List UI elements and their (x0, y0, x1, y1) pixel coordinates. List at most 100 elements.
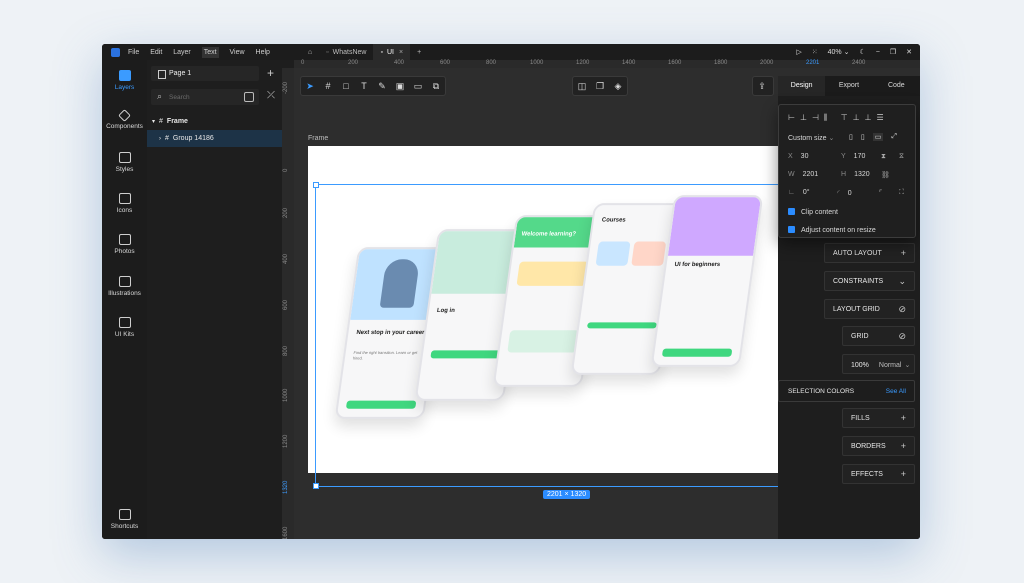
align-top-icon[interactable]: ⊤ (841, 113, 848, 123)
pen-tool-icon[interactable]: ✎ (373, 76, 391, 96)
layout-grid-section[interactable]: LAYOUT GRID ⊘ (824, 299, 915, 319)
grid-apps-icon[interactable]: ⁙ (812, 48, 818, 56)
rail-icons[interactable]: Icons (102, 193, 147, 214)
h-value[interactable]: 1320 (854, 171, 870, 178)
rail-components[interactable]: Components (102, 109, 147, 130)
landscape-icon[interactable]: ▭ (872, 133, 884, 141)
borders-section[interactable]: BORDERS + (842, 436, 915, 456)
close-tab-icon[interactable]: × (399, 49, 403, 56)
comment-tool-icon[interactable]: ⧉ (427, 76, 445, 96)
radius-field[interactable]: ◜ 0 (837, 189, 852, 197)
blend-mode-select[interactable]: Normal (879, 362, 902, 369)
rail-styles[interactable]: Styles (102, 152, 147, 173)
component-icon[interactable]: ◈ (609, 76, 627, 96)
rail-photos[interactable]: Photos (102, 234, 147, 255)
align-bottom-icon[interactable]: ⊥ (865, 113, 872, 123)
align-center-h-icon[interactable]: ⊥ (800, 113, 807, 123)
selection-box[interactable] (313, 182, 823, 489)
constraints-section[interactable]: CONSTRAINTS ⌄ (824, 271, 915, 291)
expand-arrow-icon[interactable]: › (159, 136, 161, 142)
expand-arrow-icon[interactable]: ▾ (152, 118, 155, 125)
menu-file[interactable]: File (128, 49, 139, 56)
minimize-icon[interactable]: − (876, 49, 880, 56)
tab-whatsnew[interactable]: ▫ WhatsNew (319, 44, 373, 60)
corner-icon[interactable]: ⌜ (879, 189, 882, 197)
mask-icon[interactable]: ◫ (573, 76, 591, 96)
rail-shortcuts[interactable]: Shortcuts (102, 509, 147, 530)
fills-section[interactable]: FILLS + (842, 408, 915, 428)
home-icon[interactable]: ⌂ (301, 44, 319, 60)
rectangle-tool-icon[interactable]: □ (337, 76, 355, 96)
add-icon[interactable]: + (901, 441, 906, 451)
auto-layout-section[interactable]: AUTO LAYOUT + (824, 243, 915, 263)
layer-group[interactable]: › # Group 14186 (147, 130, 282, 147)
y-value[interactable]: 170 (854, 153, 866, 160)
resize-handle[interactable] (313, 483, 319, 489)
opacity-value[interactable]: 100% (851, 362, 869, 369)
app-logo-icon[interactable] (111, 47, 120, 57)
close-window-icon[interactable]: ✕ (906, 48, 912, 56)
height-field[interactable]: H 1320 (841, 171, 870, 178)
eye-off-icon[interactable]: ⊘ (898, 331, 906, 342)
zoom-select[interactable]: 40% ⌄ (828, 48, 850, 56)
device-icon[interactable]: ▯ (849, 133, 853, 141)
page-selector[interactable]: Page 1 (151, 66, 259, 81)
add-icon[interactable]: + (901, 413, 906, 423)
size-preset-select[interactable]: Custom size ⌄ (788, 134, 834, 142)
fit-icon[interactable]: ⤢ (891, 133, 897, 141)
move-tool-icon[interactable]: ➤ (301, 76, 319, 96)
text-tool-icon[interactable]: T (355, 76, 373, 96)
distribute-h-icon[interactable]: ⫼ (824, 113, 828, 123)
eye-off-icon[interactable]: ⊘ (898, 304, 906, 315)
tab-ui[interactable]: ▫ UI × (373, 44, 411, 60)
add-page-icon[interactable]: + (267, 66, 274, 80)
align-left-icon[interactable]: ⊢ (788, 113, 795, 123)
x-value[interactable]: 30 (801, 153, 809, 160)
search-input[interactable]: Search (151, 89, 259, 105)
independent-corners-icon[interactable]: ⛶ (899, 189, 904, 197)
tab-code[interactable]: Code (873, 76, 920, 96)
w-value[interactable]: 2201 (803, 171, 819, 178)
add-icon[interactable]: + (901, 469, 906, 479)
rotation-field[interactable]: ∟ 0° (788, 189, 810, 196)
add-icon[interactable]: + (901, 248, 906, 258)
width-field[interactable]: W 2201 (788, 171, 818, 178)
upload-icon[interactable]: ⇪ (753, 76, 771, 96)
tab-export[interactable]: Export (825, 76, 872, 96)
menu-text[interactable]: Text (201, 46, 219, 58)
ai-search-icon[interactable] (244, 92, 254, 102)
portrait-icon[interactable]: ▯ (861, 133, 865, 141)
image-tool-icon[interactable]: ▣ (391, 76, 409, 96)
copy-icon[interactable]: ❐ (591, 76, 609, 96)
new-tab-button[interactable]: + (410, 44, 428, 60)
distribute-v-icon[interactable]: ☰ (877, 113, 884, 123)
align-center-v-icon[interactable]: ⊥ (853, 113, 860, 123)
menu-view[interactable]: View (230, 49, 245, 56)
selection-colors-section[interactable]: SELECTION COLORS See All (778, 380, 915, 402)
rail-illustrations[interactable]: Illustrations (102, 276, 147, 297)
maximize-icon[interactable]: ❐ (890, 48, 896, 56)
rail-layers[interactable]: Layers (102, 70, 147, 91)
lock-ratio-icon[interactable]: ⛓ (881, 171, 890, 179)
rotation-value[interactable]: 0° (803, 189, 810, 196)
resize-handle[interactable] (313, 182, 319, 188)
menu-edit[interactable]: Edit (150, 49, 162, 56)
align-right-icon[interactable]: ⊣ (812, 113, 819, 123)
play-icon[interactable]: ▷ (796, 48, 801, 56)
tab-design[interactable]: Design (778, 76, 826, 96)
x-field[interactable]: X 30 (788, 153, 808, 160)
frame-tool-icon[interactable]: # (319, 76, 337, 96)
grid-row[interactable]: GRID ⊘ (842, 326, 915, 346)
adjust-content-checkbox[interactable]: Adjust content on resize (788, 226, 876, 234)
menu-layer[interactable]: Layer (173, 49, 191, 56)
effects-section[interactable]: EFFECTS + (842, 464, 915, 484)
clip-content-checkbox[interactable]: Clip content (788, 208, 838, 216)
frame-label[interactable]: Frame (308, 135, 328, 142)
radius-value[interactable]: 0 (848, 190, 852, 197)
collapse-icon[interactable]: ⤫ (267, 90, 275, 101)
layer-frame[interactable]: ▾ # Frame (147, 113, 282, 130)
component-tool-icon[interactable]: ▭ (409, 76, 427, 96)
flip-v-icon[interactable]: ⧖ (899, 153, 904, 161)
dark-mode-icon[interactable]: ☾ (859, 48, 865, 56)
grid-opacity-row[interactable]: 100% Normal ⌄ (842, 354, 915, 374)
